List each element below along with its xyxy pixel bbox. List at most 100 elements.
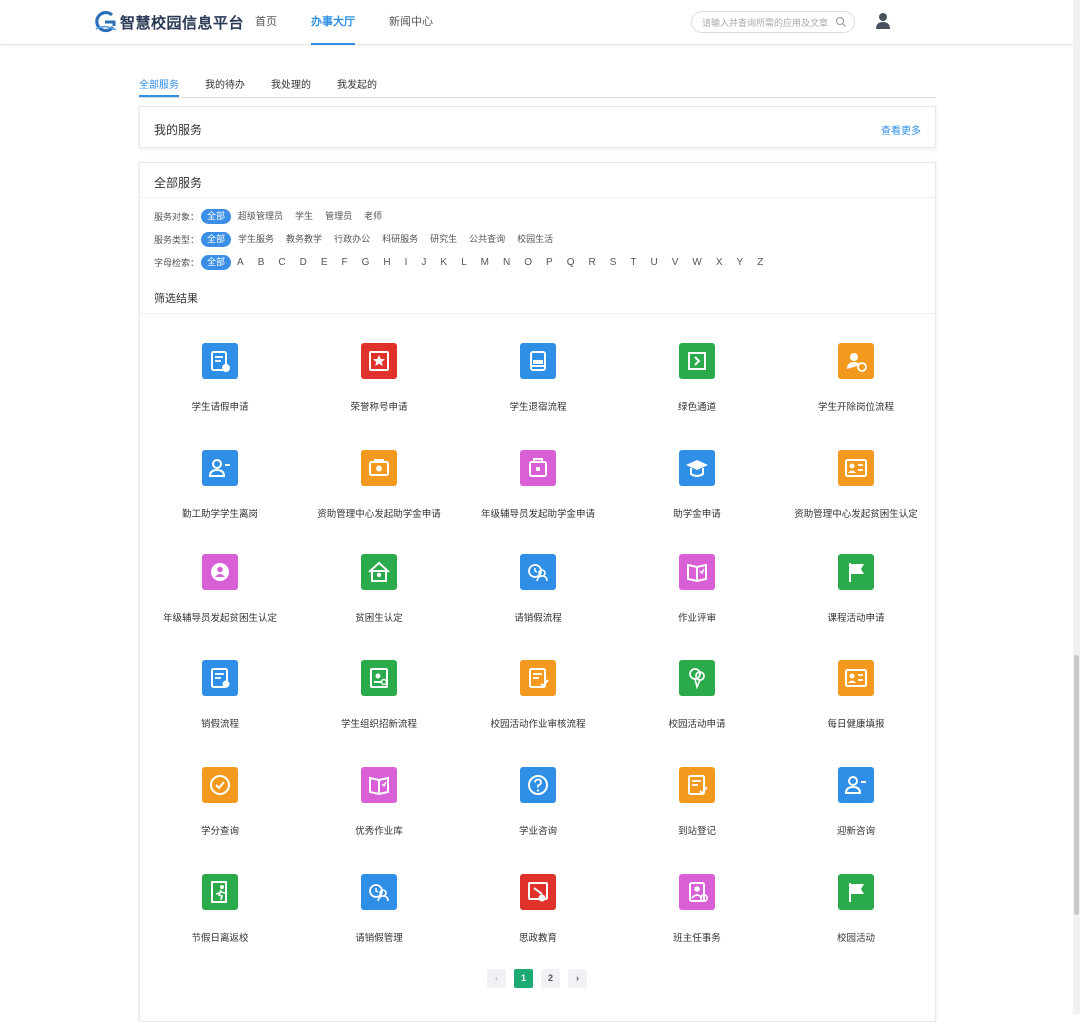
service-tile[interactable]: 迎新咨询 bbox=[776, 747, 936, 837]
service-label: 学生退宿流程 bbox=[509, 402, 567, 413]
service-tile[interactable]: 每日健康填报 bbox=[776, 640, 936, 730]
service-tile[interactable]: 节假日离返校 bbox=[140, 854, 300, 944]
filter-letter-chip[interactable]: W bbox=[688, 255, 705, 270]
filter-letter-chip[interactable]: 全部 bbox=[201, 254, 232, 270]
filter-letter-chip[interactable]: J bbox=[417, 255, 430, 270]
filter-target-chip[interactable]: 管理员 bbox=[320, 209, 357, 224]
service-tile[interactable]: 学分查询 bbox=[140, 747, 300, 837]
filter-letter-chip[interactable]: Z bbox=[753, 255, 767, 270]
search-input[interactable] bbox=[702, 15, 832, 30]
filter-target-chip[interactable]: 学生 bbox=[290, 209, 318, 224]
filter-letter-chip[interactable]: I bbox=[401, 255, 412, 270]
filter-type-chip[interactable]: 公共查询 bbox=[464, 232, 510, 247]
filter-target-chip[interactable]: 老师 bbox=[359, 209, 387, 224]
search-icon[interactable] bbox=[835, 16, 847, 28]
view-more-link[interactable]: 查看更多 bbox=[881, 122, 921, 137]
service-tile[interactable]: 年级辅导员发起助学金申请 bbox=[458, 430, 618, 520]
user-minus-icon bbox=[838, 767, 874, 803]
service-label: 班主任事务 bbox=[673, 933, 721, 944]
filter-letter-chip[interactable]: D bbox=[296, 255, 311, 270]
service-tile[interactable]: 校园活动 bbox=[776, 854, 936, 944]
filter-letter-chip[interactable]: M bbox=[477, 255, 493, 270]
nav-news[interactable]: 新闻中心 bbox=[389, 0, 433, 45]
tab-all-services[interactable]: 全部服务 bbox=[139, 76, 179, 97]
service-tile[interactable]: 贫困生认定 bbox=[299, 534, 459, 624]
filter-letter-chip[interactable]: G bbox=[358, 255, 374, 270]
filter-letter-chip[interactable]: U bbox=[646, 255, 661, 270]
service-tile[interactable]: 学生请假申请 bbox=[140, 323, 300, 413]
service-tile[interactable]: 资助管理中心发起贫困生认定 bbox=[776, 430, 936, 520]
page-1-button[interactable]: 1 bbox=[514, 969, 533, 988]
filter-type-chip[interactable]: 研究生 bbox=[425, 232, 462, 247]
service-tile[interactable]: 资助管理中心发起助学金申请 bbox=[299, 430, 459, 520]
page-2-button[interactable]: 2 bbox=[541, 969, 560, 988]
filter-letter-chip[interactable]: X bbox=[712, 255, 727, 270]
service-tile[interactable]: 班主任事务 bbox=[617, 854, 777, 944]
filter-type-row: 服务类型： 全部 学生服务 教务教学 行政办公 科研服务 研究生 公共查询 校园生活 bbox=[154, 231, 560, 247]
prev-page-button[interactable]: ‹ bbox=[487, 969, 506, 988]
filter-letter-chip[interactable]: A bbox=[233, 255, 248, 270]
scrollbar-thumb[interactable] bbox=[1074, 655, 1079, 915]
filter-letter-chip[interactable]: H bbox=[379, 255, 394, 270]
all-services-title: 全部服务 bbox=[154, 176, 203, 190]
tab-my-handled[interactable]: 我处理的 bbox=[271, 76, 311, 97]
service-tile[interactable]: 学生组织招新流程 bbox=[299, 640, 459, 730]
filter-target-chip[interactable]: 全部 bbox=[201, 208, 232, 224]
user-avatar-icon[interactable] bbox=[875, 12, 891, 30]
service-tile[interactable]: 请销假流程 bbox=[458, 534, 618, 624]
service-tabs: 全部服务 我的待办 我处理的 我发起的 bbox=[139, 76, 936, 98]
filter-letter-label: 字母检索： bbox=[154, 257, 200, 268]
filter-letter-chip[interactable]: F bbox=[338, 255, 352, 270]
filter-type-chip[interactable]: 科研服务 bbox=[377, 232, 423, 247]
filter-letter-chip[interactable]: K bbox=[436, 255, 451, 270]
filter-target-chip[interactable]: 超级管理员 bbox=[233, 209, 288, 224]
edit-doc-icon bbox=[679, 767, 715, 803]
filter-letter-chip[interactable]: C bbox=[274, 255, 289, 270]
filter-letter-chip[interactable]: P bbox=[542, 255, 557, 270]
filter-type-chip[interactable]: 校园生活 bbox=[512, 232, 558, 247]
service-tile[interactable]: 到站登记 bbox=[617, 747, 777, 837]
filter-letter-row: 字母检索： 全部 A B C D E F G H I J K L M N O P Q R S T U V W X Y Z bbox=[154, 254, 773, 270]
scrollbar[interactable] bbox=[1073, 0, 1080, 1014]
tab-my-todo[interactable]: 我的待办 bbox=[205, 76, 245, 97]
filter-letter-chip[interactable]: E bbox=[317, 255, 332, 270]
service-tile[interactable]: 学生开除岗位流程 bbox=[776, 323, 936, 413]
service-tile[interactable]: 荣誉称号申请 bbox=[299, 323, 459, 413]
filter-letter-chip[interactable]: T bbox=[626, 255, 640, 270]
service-tile[interactable]: 校园活动作业审核流程 bbox=[458, 640, 618, 730]
logo[interactable]: 智慧校园信息平台 bbox=[92, 10, 244, 34]
filter-type-chip[interactable]: 教务教学 bbox=[281, 232, 327, 247]
filter-letter-chip[interactable]: Q bbox=[563, 255, 579, 270]
service-tile[interactable]: 勤工助学学生离岗 bbox=[140, 430, 300, 520]
filter-letter-chip[interactable]: N bbox=[499, 255, 514, 270]
filter-letter-chip[interactable]: O bbox=[520, 255, 536, 270]
honor-icon bbox=[361, 343, 397, 379]
service-tile[interactable]: 助学金申请 bbox=[617, 430, 777, 520]
all-services-card: 全部服务 服务对象： 全部 超级管理员 学生 管理员 老师 服务类型： 全部 学生服务 教务… bbox=[139, 162, 936, 1022]
service-tile[interactable]: 作业评审 bbox=[617, 534, 777, 624]
service-tile[interactable]: 请销假管理 bbox=[299, 854, 459, 944]
service-tile[interactable]: 绿色通道 bbox=[617, 323, 777, 413]
filter-type-chip[interactable]: 全部 bbox=[201, 231, 232, 247]
filter-letter-chip[interactable]: Y bbox=[733, 255, 748, 270]
service-tile[interactable]: 年级辅导员发起贫困生认定 bbox=[140, 534, 300, 624]
filter-type-chip[interactable]: 行政办公 bbox=[329, 232, 375, 247]
tab-my-initiated[interactable]: 我发起的 bbox=[337, 76, 377, 97]
filter-letter-chip[interactable]: L bbox=[457, 255, 471, 270]
service-tile[interactable]: 学业咨询 bbox=[458, 747, 618, 837]
service-tile[interactable]: 学生退宿流程 bbox=[458, 323, 618, 413]
filter-letter-chip[interactable]: S bbox=[606, 255, 621, 270]
service-tile[interactable]: 优秀作业库 bbox=[299, 747, 459, 837]
filter-type-chip[interactable]: 学生服务 bbox=[233, 232, 279, 247]
service-tile[interactable]: 销假流程 bbox=[140, 640, 300, 730]
nav-service-hall[interactable]: 办事大厅 bbox=[311, 0, 355, 45]
service-tile[interactable]: 思政教育 bbox=[458, 854, 618, 944]
next-page-button[interactable]: › bbox=[568, 969, 587, 988]
filter-letter-chip[interactable]: R bbox=[584, 255, 599, 270]
filter-letter-chip[interactable]: V bbox=[668, 255, 683, 270]
id-card-icon bbox=[838, 450, 874, 486]
service-tile[interactable]: 课程活动申请 bbox=[776, 534, 936, 624]
filter-letter-chip[interactable]: B bbox=[254, 255, 269, 270]
nav-home[interactable]: 首页 bbox=[255, 0, 277, 45]
service-tile[interactable]: 校园活动申请 bbox=[617, 640, 777, 730]
